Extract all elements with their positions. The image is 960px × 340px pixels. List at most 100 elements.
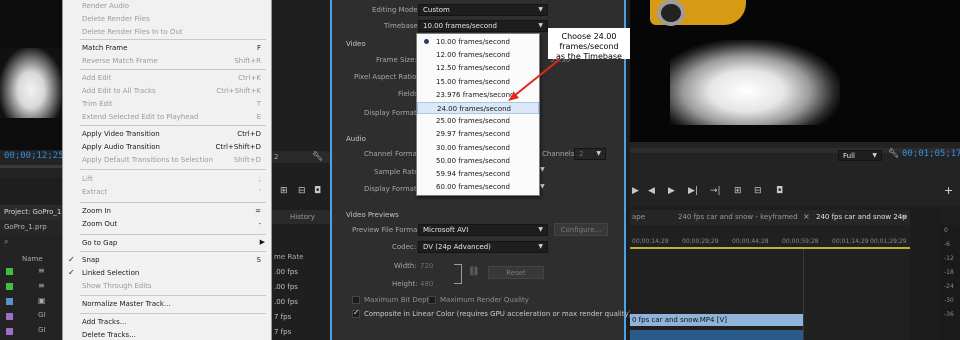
timeline-tab-active[interactable]: 240 fps car and snow 24p — [816, 213, 907, 221]
video-clip[interactable]: 0 fps car and snow.MP4 [V] — [630, 314, 803, 326]
close-icon[interactable]: × — [803, 212, 810, 221]
menu-item-render-audio[interactable]: Render Audio — [63, 0, 271, 13]
timeline-tab[interactable]: ape — [632, 213, 645, 221]
timebase-option-label: 50.00 frames/second — [436, 156, 510, 165]
search-icon[interactable]: ⌕ — [4, 237, 8, 247]
timeline-gridline — [803, 249, 804, 340]
chevron-down-icon[interactable]: ▼ — [540, 166, 545, 173]
menu-item-extend-selected-edit-to-playhead[interactable]: Extend Selected Edit to Playhead E — [63, 111, 271, 124]
timebase-option[interactable]: 59.94 frames/second — [417, 168, 539, 180]
timebase-option[interactable]: 29.97 frames/second — [417, 128, 539, 140]
menu-item-match-frame[interactable]: Match Frame F — [63, 42, 271, 55]
menu-item-add-edit[interactable]: Add Edit Ctrl+K — [63, 72, 271, 85]
step-back-icon[interactable]: ◀ — [648, 186, 655, 196]
zoom-select[interactable]: Full ▼ — [838, 150, 882, 161]
work-area-bar[interactable] — [630, 247, 910, 249]
timebase-option[interactable]: 60.00 frames/second — [417, 181, 539, 193]
menu-item-apply-video-transition[interactable]: Apply Video Transition Ctrl+D — [63, 128, 271, 141]
camera-icon[interactable]: ◘ — [314, 186, 321, 196]
menu-item-go-to-gap[interactable]: Go to Gap ▶ — [63, 237, 271, 250]
play-control-icon[interactable]: ▶ — [632, 186, 639, 196]
menu-item-add-tracks[interactable]: Add Tracks... — [63, 316, 271, 329]
project-panel-title[interactable]: Project: GoPro_1 — [0, 205, 62, 220]
wrench-icon[interactable]: 🔧︎ — [312, 152, 323, 162]
menu-item-lift[interactable]: Lift; — [63, 173, 271, 186]
timebase-option[interactable]: 50.00 frames/second — [417, 155, 539, 167]
menu-item-label: Lift — [82, 175, 93, 183]
max-render-quality-checkbox[interactable] — [428, 296, 436, 304]
menu-item-label: Zoom Out — [82, 220, 118, 228]
configure-button[interactable]: Configure... — [554, 223, 608, 236]
timebase-select[interactable]: 10.00 frames/second ▼ — [418, 20, 548, 32]
timeline-tab[interactable]: 240 fps car and snow - keyframed — [678, 213, 798, 221]
menu-item-zoom-in[interactable]: Zoom In = — [63, 205, 271, 218]
menu-separator — [80, 169, 266, 170]
channel-format-label: Channel Format: — [364, 150, 422, 158]
menu-item-delete-render-files[interactable]: Delete Render Files — [63, 13, 271, 26]
preview-format-select[interactable]: Microsoft AVI ▼ — [418, 224, 548, 236]
timebase-option[interactable]: 25.00 frames/second — [417, 115, 539, 127]
audio-clip[interactable] — [630, 330, 803, 340]
name-column-header[interactable]: Name — [22, 255, 43, 263]
extract-icon[interactable]: ⊟ — [754, 186, 762, 196]
menu-item-label: Show Through Edits — [82, 282, 152, 290]
max-bit-depth-label: Maximum Bit Depth — [364, 296, 434, 304]
lift-icon[interactable]: ⊞ — [734, 186, 742, 196]
play-icon[interactable]: ▶ — [668, 186, 675, 196]
editing-mode-select[interactable]: Custom ▼ — [418, 4, 548, 16]
menu-item-linked-selection[interactable]: ✓ Linked Selection — [63, 267, 271, 280]
editing-mode-label: Editing Mode: — [372, 6, 421, 14]
chain-link-icon[interactable]: ⛓︎ — [468, 267, 479, 277]
sequence-icon: ≡ — [38, 281, 45, 290]
timebase-option-label: 30.00 frames/second — [436, 143, 510, 152]
insert-icon[interactable]: ⊞ — [280, 186, 288, 196]
menu-separator — [80, 313, 266, 314]
go-to-out-icon[interactable]: →| — [710, 186, 721, 196]
timebase-option-label: 29.97 frames/second — [436, 130, 510, 139]
editing-mode-value: Custom — [423, 6, 450, 14]
step-forward-icon[interactable]: ▶| — [688, 186, 698, 196]
menu-item-apply-audio-transition[interactable]: Apply Audio Transition Ctrl+Shift+D — [63, 141, 271, 154]
frame-rate-column-header[interactable]: me Rate — [274, 253, 303, 261]
tab-menu-icon[interactable]: ≡ — [901, 212, 908, 221]
menu-item-label: Linked Selection — [82, 269, 140, 277]
menu-item-label: Go to Gap — [82, 239, 118, 247]
menu-item-label: Trim Edit — [82, 100, 113, 108]
menu-item-reverse-match-frame[interactable]: Reverse Match Frame Shift+R — [63, 55, 271, 68]
channels-select[interactable]: 2 ▼ — [574, 148, 606, 160]
source-timecode[interactable]: 00;00;12;25 — [4, 151, 64, 161]
menu-item-extract[interactable]: Extract ' — [63, 186, 271, 199]
width-value[interactable]: 720 — [420, 262, 433, 270]
max-bit-depth-checkbox[interactable] — [352, 296, 360, 304]
height-value[interactable]: 480 — [420, 280, 433, 288]
menu-item-label: Zoom In — [82, 207, 111, 215]
timebase-option[interactable]: 30.00 frames/second — [417, 142, 539, 154]
menu-item-zoom-out[interactable]: Zoom Out - — [63, 218, 271, 231]
chevron-down-icon[interactable]: ▼ — [540, 183, 545, 190]
source-scrub-bar[interactable] — [0, 165, 62, 168]
wrench-icon[interactable]: 🔧︎ — [888, 149, 899, 159]
menu-item-delete-tracks[interactable]: Delete Tracks... — [63, 329, 271, 340]
video-previews-section-title: Video Previews — [346, 211, 399, 219]
timebase-option[interactable]: 10.00 frames/second — [417, 36, 539, 48]
menu-item-snap[interactable]: ✓ Snap S — [63, 254, 271, 267]
camera-icon[interactable]: ◘ — [776, 186, 783, 196]
program-timecode[interactable]: 00;01;05;17 — [902, 149, 960, 159]
menu-item-show-through-edits[interactable]: Show Through Edits — [63, 280, 271, 293]
menu-item-trim-edit[interactable]: Trim Edit T — [63, 98, 271, 111]
menu-item-normalize-master-track[interactable]: Normalize Master Track... — [63, 298, 271, 311]
mid-value[interactable]: 2 — [274, 153, 278, 161]
composite-linear-checkbox[interactable] — [352, 308, 360, 318]
overwrite-icon[interactable]: ⊟ — [298, 186, 306, 196]
codec-select[interactable]: DV (24p Advanced) ▼ — [418, 241, 548, 253]
submenu-arrow-icon: ▶ — [259, 238, 265, 246]
add-button-icon[interactable]: + — [944, 184, 953, 197]
clip-icon: GI — [38, 326, 46, 334]
menu-item-add-edit-to-all-tracks[interactable]: Add Edit to All Tracks Ctrl+Shift+K — [63, 85, 271, 98]
menu-item-apply-default-transitions-to-selection[interactable]: Apply Default Transitions to Selection Sh… — [63, 154, 271, 167]
reset-button[interactable]: Reset — [488, 266, 544, 279]
menu-item-delete-render-files-in-to-out[interactable]: Delete Render Files In to Out — [63, 26, 271, 39]
checkmark-icon: ✓ — [68, 255, 75, 264]
menu-item-label: Add Tracks... — [82, 318, 127, 326]
history-tab[interactable]: History — [290, 213, 315, 221]
